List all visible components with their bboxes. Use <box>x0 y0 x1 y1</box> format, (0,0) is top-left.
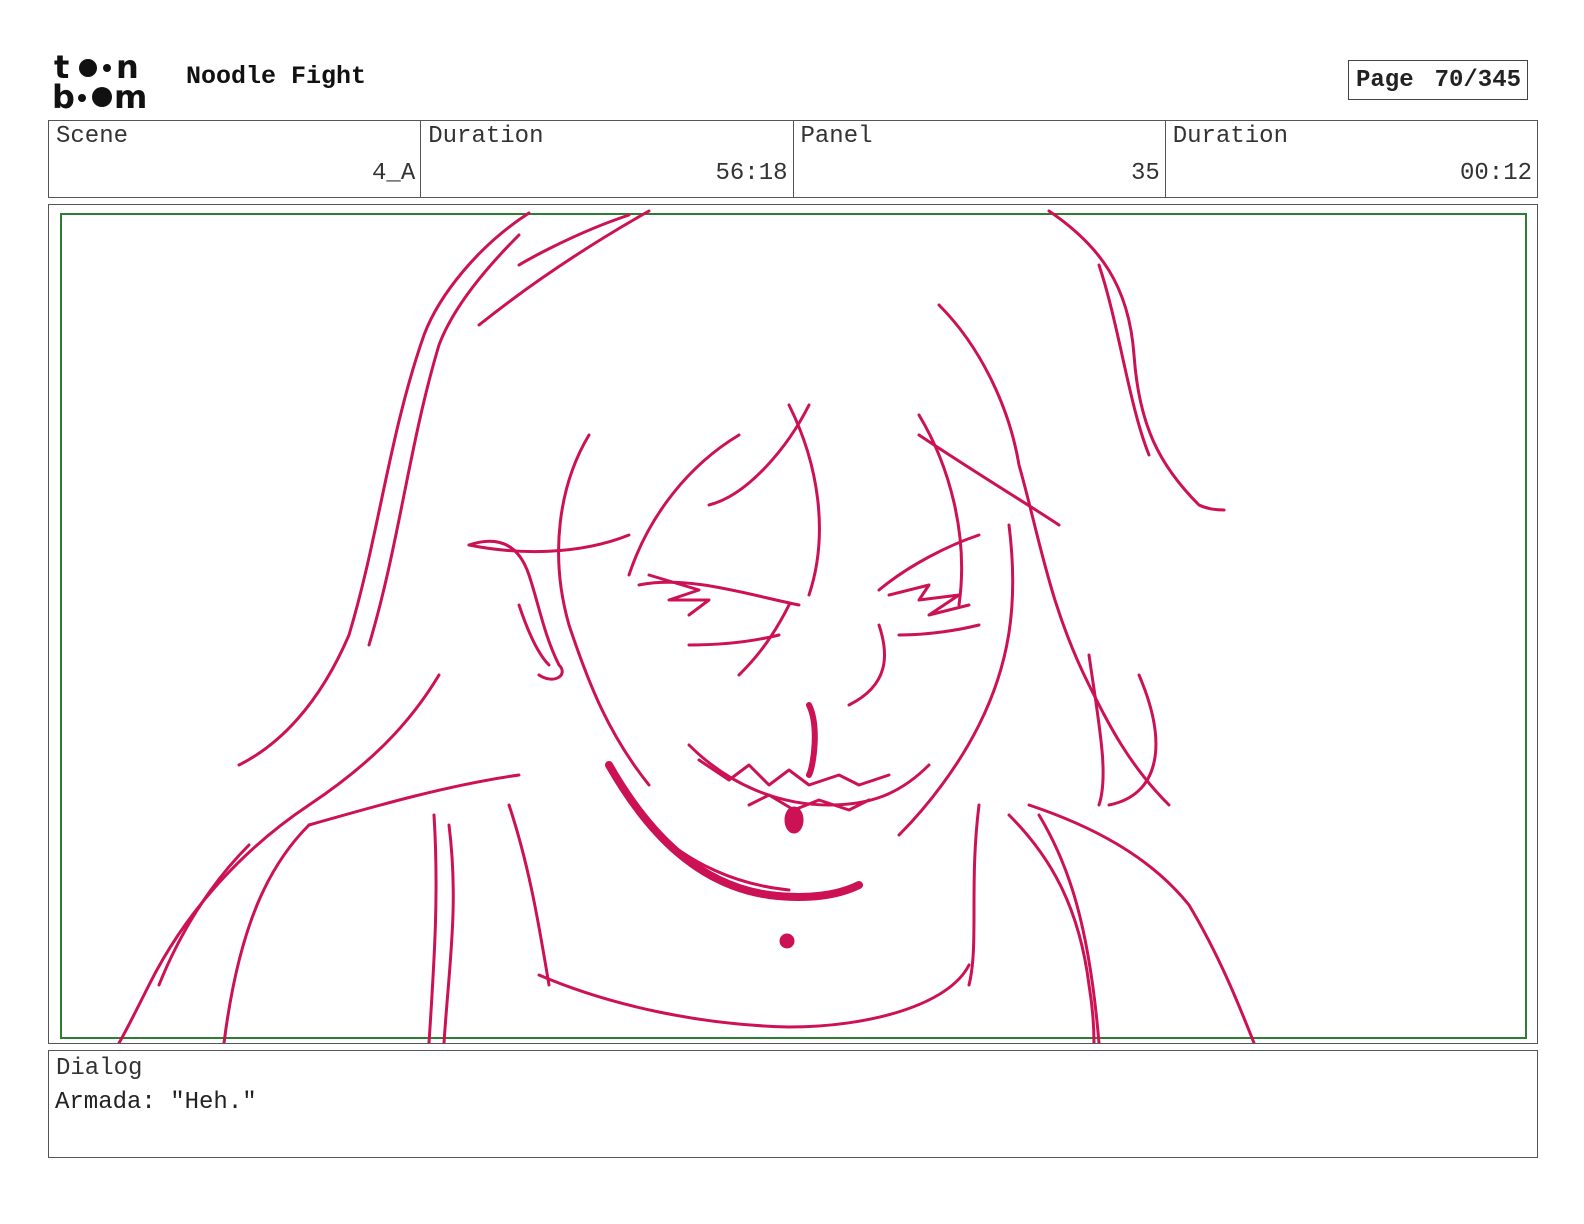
scene-duration-value: 56:18 <box>715 160 788 187</box>
scene-duration-label: Duration <box>428 123 544 150</box>
scene-cell: Scene 4_A <box>49 121 422 197</box>
panel-label: Panel <box>800 123 873 150</box>
scene-duration-cell: Duration 56:18 <box>421 121 794 197</box>
project-title: Noodle Fight <box>186 62 367 91</box>
panel-info-row: Scene 4_A Duration 56:18 Panel 35 Durati… <box>48 120 1538 198</box>
page-indicator: Page 70/345 <box>1348 60 1528 100</box>
dialog-box: Dialog Armada: "Heh." <box>48 1050 1538 1158</box>
panel-duration-value: 00:12 <box>1459 160 1532 187</box>
scene-value: 4_A <box>372 160 416 187</box>
panel-duration-label: Duration <box>1172 123 1288 150</box>
panel-duration-cell: Duration 00:12 <box>1166 121 1537 197</box>
dialog-label: Dialog <box>56 1055 143 1082</box>
svg-text:m: m <box>114 78 147 112</box>
character-sketch-icon <box>117 209 1256 1043</box>
page-number: 70/345 <box>1434 66 1521 94</box>
page-label: Page <box>1356 66 1414 94</box>
panel-image-frame <box>48 204 1538 1044</box>
dialog-text: Armada: "Heh." <box>55 1089 257 1116</box>
panel-cell: Panel 35 <box>794 121 1166 197</box>
svg-text:b: b <box>52 78 75 112</box>
scene-label: Scene <box>56 123 129 150</box>
panel-value: 35 <box>1130 160 1160 187</box>
toon-boom-logo: t n b m <box>52 50 164 112</box>
